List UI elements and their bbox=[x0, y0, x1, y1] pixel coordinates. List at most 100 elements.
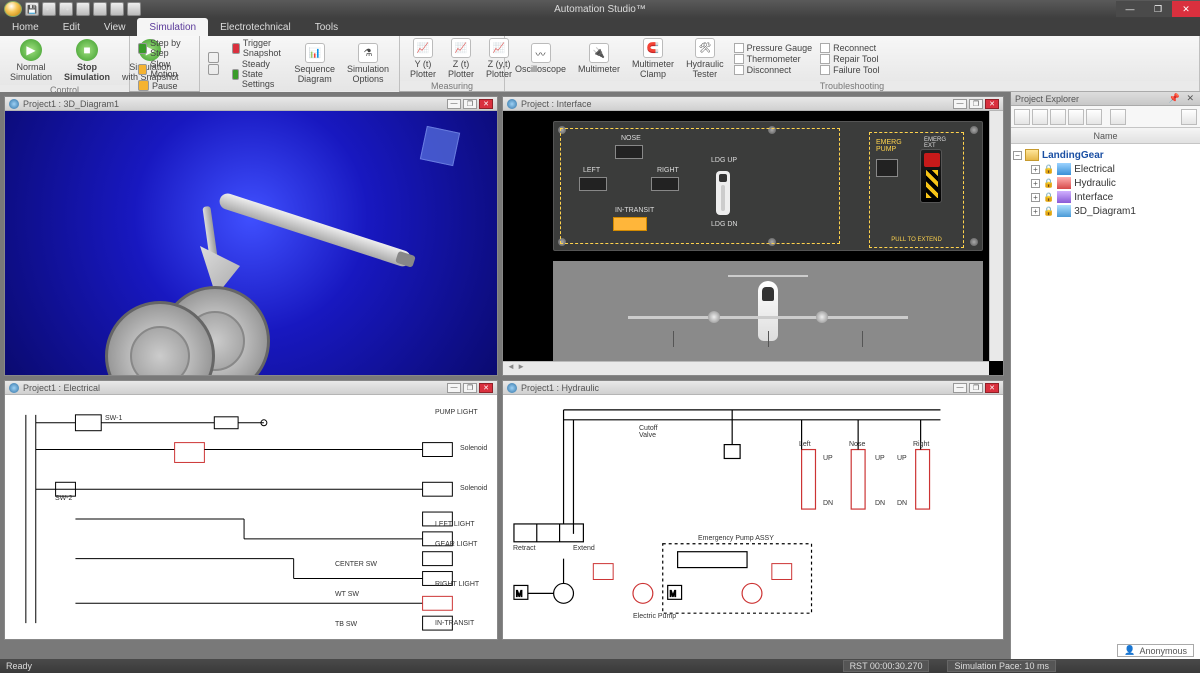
tree-item-3d-diagram[interactable]: +🔒3D_Diagram1 bbox=[1013, 204, 1198, 218]
steady-state-button[interactable]: Steady State Settings bbox=[230, 59, 286, 89]
oscilloscope-button[interactable]: 〰Oscilloscope bbox=[511, 43, 570, 74]
panel-max-button[interactable]: ❐ bbox=[969, 383, 983, 393]
app-orb[interactable] bbox=[4, 1, 22, 17]
qat-btn-5[interactable] bbox=[93, 2, 107, 16]
thermometer-button[interactable]: Thermometer bbox=[732, 54, 815, 64]
stop-simulation-button[interactable]: ■Stop Simulation bbox=[60, 38, 114, 83]
hydraulic-tester-button[interactable]: 🛠Hydraulic Tester bbox=[682, 38, 728, 79]
app-title: Automation Studio™ bbox=[0, 4, 1200, 15]
tab-simulation[interactable]: Simulation bbox=[137, 18, 208, 36]
explorer-tool-1[interactable] bbox=[1014, 109, 1030, 125]
panel-electrical: Project1 : Electrical —❐✕ bbox=[4, 380, 498, 640]
panel-close-button[interactable]: ✕ bbox=[985, 99, 999, 109]
panel-close-button[interactable]: ✕ bbox=[479, 383, 493, 393]
panel-min-button[interactable]: — bbox=[953, 99, 967, 109]
panel-min-button[interactable]: — bbox=[447, 383, 461, 393]
multimeter-button[interactable]: 🔌Multimeter bbox=[574, 43, 624, 74]
explorer-tool-3[interactable] bbox=[1050, 109, 1066, 125]
user-badge[interactable]: Anonymous bbox=[1117, 644, 1194, 657]
multimeter-clamp-button[interactable]: 🧲Multimeter Clamp bbox=[628, 38, 678, 79]
interface-viewport[interactable]: NOSE LEFT RIGHT IN-TRANSIT LDG UP LDG DN bbox=[503, 111, 1003, 375]
view-cube-icon[interactable] bbox=[420, 126, 460, 166]
left-indicator bbox=[579, 177, 607, 191]
step-by-step-button[interactable]: Step by Step bbox=[136, 38, 193, 58]
panel-interface-title: Project : Interface bbox=[521, 99, 592, 109]
electrical-schematic[interactable]: SW-1 PUMP LIGHT Solenoid Solenoid LEFT L… bbox=[5, 395, 497, 639]
status-ready: Ready bbox=[6, 661, 32, 671]
simulation-options-button[interactable]: ⚗Simulation Options bbox=[343, 43, 393, 84]
project-explorer: Project Explorer 📌 ✕ Name − LandingGear +… bbox=[1010, 92, 1200, 659]
panel-min-button[interactable]: — bbox=[447, 99, 461, 109]
pause-button[interactable]: Pause bbox=[136, 80, 193, 91]
disconnect-button[interactable]: Disconnect bbox=[732, 65, 815, 75]
aircraft-view bbox=[553, 261, 983, 366]
right-indicator bbox=[651, 177, 679, 191]
panel-close-button[interactable]: ✕ bbox=[985, 383, 999, 393]
snapshot-tool-1[interactable] bbox=[206, 52, 226, 63]
snapshot-tool-2[interactable] bbox=[206, 64, 226, 75]
status-rst: RST 00:00:30.270 bbox=[843, 660, 930, 672]
tree-item-electrical[interactable]: +🔒Electrical bbox=[1013, 162, 1198, 176]
panel-max-button[interactable]: ❐ bbox=[969, 99, 983, 109]
qat-btn-4[interactable] bbox=[76, 2, 90, 16]
panel-electrical-title: Project1 : Electrical bbox=[23, 383, 100, 393]
explorer-tool-2[interactable] bbox=[1032, 109, 1048, 125]
explorer-tool-7[interactable] bbox=[1181, 109, 1197, 125]
panel-max-button[interactable]: ❐ bbox=[463, 99, 477, 109]
slow-motion-button[interactable]: Slow Motion bbox=[136, 59, 193, 79]
emerg-pump-indicator bbox=[876, 159, 898, 177]
panel-close-button[interactable]: ✕ bbox=[479, 99, 493, 109]
qat-undo-icon[interactable]: ↶ bbox=[42, 2, 56, 16]
tree-root[interactable]: − LandingGear bbox=[1013, 148, 1198, 162]
cockpit-panel: NOSE LEFT RIGHT IN-TRANSIT LDG UP LDG DN bbox=[553, 121, 983, 251]
qat-btn-6[interactable] bbox=[110, 2, 124, 16]
explorer-tool-6[interactable] bbox=[1110, 109, 1126, 125]
landing-gear-switch[interactable] bbox=[716, 171, 730, 215]
tab-edit[interactable]: Edit bbox=[51, 18, 92, 36]
tab-home[interactable]: Home bbox=[0, 18, 51, 36]
group-troubleshooting-label: Troubleshooting bbox=[505, 81, 1199, 91]
explorer-tool-5[interactable] bbox=[1086, 109, 1102, 125]
quick-access-toolbar: 💾 ↶ ↷ bbox=[0, 1, 145, 17]
status-pace: Simulation Pace: 10 ms bbox=[947, 660, 1056, 672]
svg-text:M: M bbox=[670, 589, 677, 598]
project-tree: − LandingGear +🔒Electrical +🔒Hydraulic +… bbox=[1011, 144, 1200, 659]
zt-plotter-button[interactable]: 📈Z (t) Plotter bbox=[444, 38, 478, 79]
scrollbar-horizontal[interactable] bbox=[503, 361, 989, 375]
emergency-extend-handle[interactable] bbox=[920, 149, 942, 203]
tab-tools[interactable]: Tools bbox=[303, 18, 350, 36]
explorer-tool-4[interactable] bbox=[1068, 109, 1084, 125]
qat-btn-7[interactable] bbox=[127, 2, 141, 16]
tree-item-hydraulic[interactable]: +🔒Hydraulic bbox=[1013, 176, 1198, 190]
sequence-diagram-button[interactable]: 📊Sequence Diagram bbox=[290, 43, 339, 84]
hydraulic-schematic[interactable]: M M bbox=[503, 395, 1003, 639]
explorer-title: Project Explorer bbox=[1015, 94, 1079, 104]
window-close-button[interactable]: ✕ bbox=[1172, 1, 1200, 17]
window-maximize-button[interactable]: ❐ bbox=[1144, 1, 1172, 17]
3d-viewport[interactable] bbox=[5, 111, 497, 375]
normal-simulation-button[interactable]: ▶Normal Simulation bbox=[6, 38, 56, 83]
tab-view[interactable]: View bbox=[92, 18, 138, 36]
pressure-gauge-button[interactable]: Pressure Gauge bbox=[732, 43, 815, 53]
trigger-snapshot-button[interactable]: Trigger Snapshot bbox=[230, 38, 286, 58]
reconnect-button[interactable]: Reconnect bbox=[818, 43, 881, 53]
scrollbar-vertical[interactable] bbox=[989, 111, 1003, 361]
failure-tool-button[interactable]: Failure Tool bbox=[818, 65, 881, 75]
tab-electrotechnical[interactable]: Electrotechnical bbox=[208, 18, 303, 36]
ribbon-tabs: Home Edit View Simulation Electrotechnic… bbox=[0, 18, 1200, 36]
qat-save-icon[interactable]: 💾 bbox=[25, 2, 39, 16]
panel-interface: Project : Interface —❐✕ NOSE LEFT RIGHT bbox=[502, 96, 1004, 376]
panel-min-button[interactable]: — bbox=[953, 383, 967, 393]
yt-plotter-button[interactable]: 📈Y (t) Plotter bbox=[406, 38, 440, 79]
panel-max-button[interactable]: ❐ bbox=[463, 383, 477, 393]
explorer-column-header[interactable]: Name bbox=[1011, 128, 1200, 144]
explorer-pin-icon[interactable]: 📌 ✕ bbox=[1169, 93, 1196, 104]
emergency-panel: EMERG PUMP EMERG EXT PULL TO EXTEND bbox=[869, 132, 964, 248]
window-minimize-button[interactable]: — bbox=[1116, 1, 1144, 17]
repair-tool-button[interactable]: Repair Tool bbox=[818, 54, 881, 64]
panel-3d-title: Project1 : 3D_Diagram1 bbox=[23, 99, 119, 109]
panel-hydraulic: Project1 : Hydraulic —❐✕ M bbox=[502, 380, 1004, 640]
qat-redo-icon[interactable]: ↷ bbox=[59, 2, 73, 16]
svg-text:M: M bbox=[516, 589, 523, 598]
tree-item-interface[interactable]: +🔒Interface bbox=[1013, 190, 1198, 204]
